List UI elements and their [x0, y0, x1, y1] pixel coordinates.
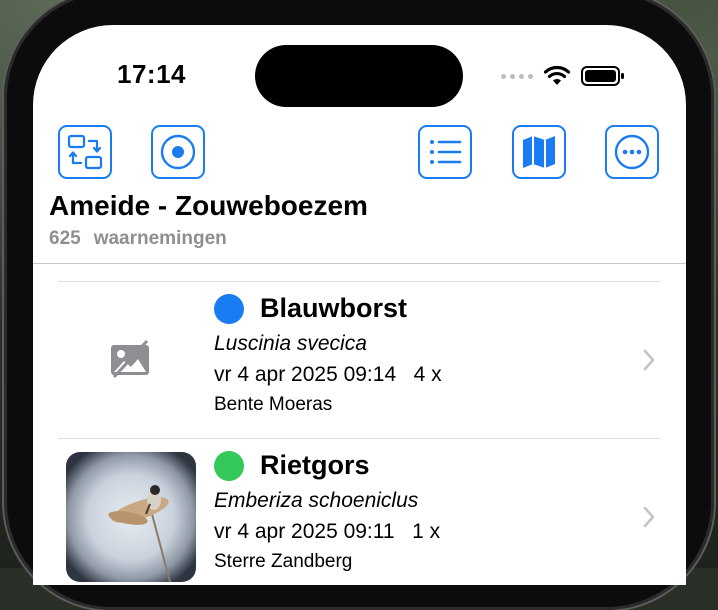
- page-title: Ameide - Zouweboezem: [49, 190, 368, 221]
- status-dot: [214, 294, 244, 324]
- switch-location-button[interactable]: [58, 125, 112, 179]
- locate-button[interactable]: [151, 125, 205, 179]
- status-dot: [214, 451, 244, 481]
- more-button[interactable]: [605, 125, 659, 179]
- observer-name: Sterre Zandberg: [214, 551, 353, 572]
- scientific-name: Luscinia svecica: [214, 332, 367, 355]
- map-view-button[interactable]: [512, 125, 566, 179]
- observation-date: vr 4 apr 2025 09:11: [214, 520, 395, 543]
- count-label: waarnemingen: [93, 228, 227, 249]
- species-name: Blauwborst: [260, 293, 408, 323]
- observation-datetime: vr 4 apr 2025 09:14 4 x: [214, 363, 442, 387]
- observer-name: Bente Moeras: [214, 394, 333, 415]
- observation-row[interactable]: Rietgors Emberiza schoeniclus vr 4 apr 2…: [33, 439, 686, 585]
- observation-quantity: 1 x: [412, 520, 441, 543]
- scientific-name: Emberiza schoeniclus: [214, 489, 419, 512]
- battery-icon: [581, 66, 624, 86]
- no-photo-icon: [111, 339, 149, 379]
- app-screen: 17:14 Ameide - Zouweboezem 625 waarnemin…: [33, 25, 686, 585]
- switch-arrows-icon: [67, 134, 103, 170]
- count-value: 625: [49, 228, 81, 249]
- observation-date: vr 4 apr 2025 09:14: [214, 363, 397, 386]
- chevron-right-icon: [643, 506, 655, 528]
- more-icon: [614, 134, 650, 170]
- observation-quantity: 4 x: [413, 363, 442, 386]
- dynamic-island: [255, 45, 463, 107]
- list-view-button[interactable]: [418, 125, 472, 179]
- species-photo: [66, 452, 196, 582]
- wifi-icon: [543, 65, 571, 85]
- map-icon: [523, 136, 555, 168]
- observation-row[interactable]: Blauwborst Luscinia svecica vr 4 apr 202…: [33, 282, 686, 438]
- observation-datetime: vr 4 apr 2025 09:11 1 x: [214, 520, 440, 544]
- observation-count: 625 waarnemingen: [49, 228, 227, 250]
- header-divider: [33, 263, 686, 264]
- status-indicators: [501, 65, 625, 87]
- list-icon: [430, 140, 462, 164]
- target-icon: [160, 134, 196, 170]
- status-time: 17:14: [117, 59, 186, 89]
- signal-dots-icon: [501, 73, 533, 79]
- species-name: Rietgors: [260, 450, 370, 480]
- chevron-right-icon: [643, 349, 655, 371]
